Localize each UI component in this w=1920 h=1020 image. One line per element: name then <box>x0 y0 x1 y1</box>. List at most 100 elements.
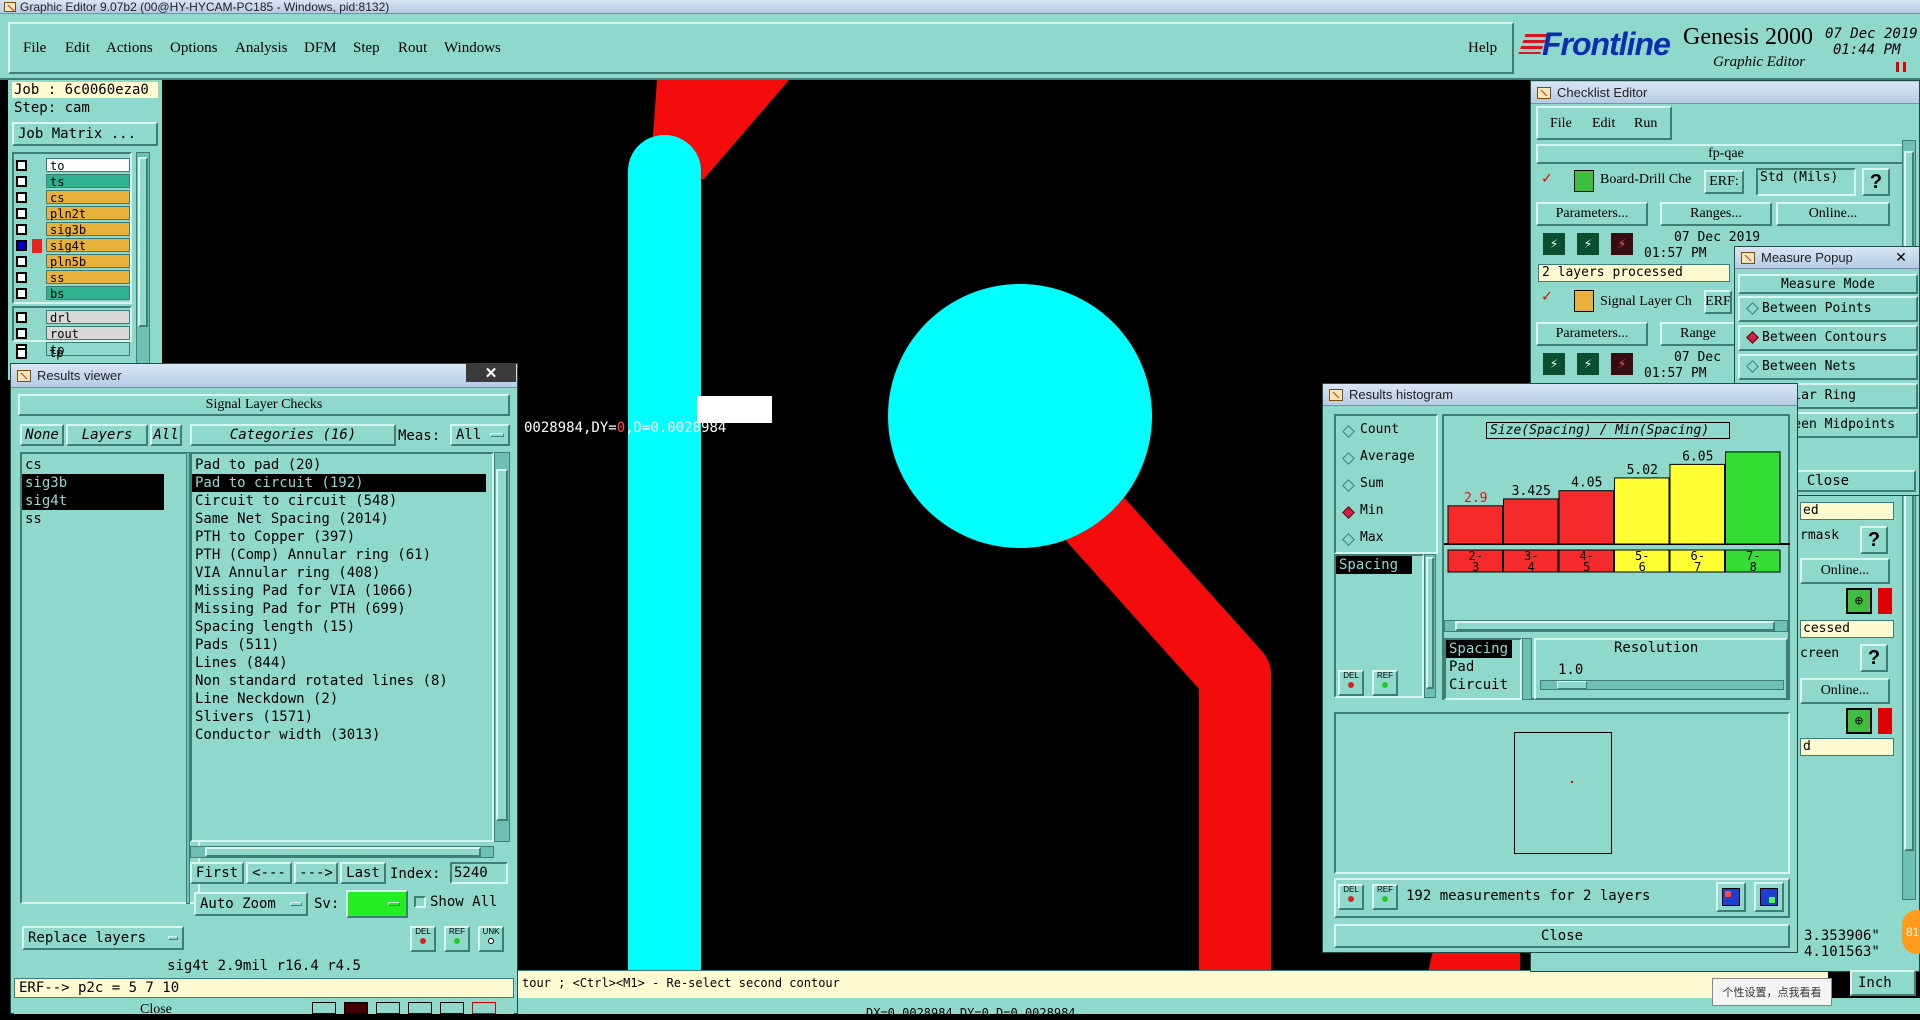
units-dropdown[interactable]: Inch <box>1850 970 1916 996</box>
categories-hscrollbar[interactable] <box>190 846 494 858</box>
menu-dfm[interactable]: DFM <box>304 40 337 57</box>
layer-label[interactable]: cs <box>46 190 130 205</box>
checklist-titlebar[interactable]: Checklist Editor <box>1531 82 1919 104</box>
layers-button[interactable]: Layers <box>66 424 148 446</box>
item2-check[interactable]: ✓ <box>1542 288 1552 304</box>
result-layer-item[interactable]: sig3b <box>22 474 164 492</box>
orange-tray-badge[interactable]: 81 <box>1902 910 1920 954</box>
categories-button[interactable]: Categories (16) <box>190 424 396 446</box>
layer-list-scrollbar[interactable] <box>136 152 150 380</box>
layer-visibility-checkbox[interactable] <box>16 224 27 235</box>
menu-options[interactable]: Options <box>170 40 218 57</box>
toolbar-icon-4[interactable] <box>408 1002 432 1014</box>
result-layer-item[interactable]: ss <box>22 510 198 528</box>
layer-label[interactable]: sig3b <box>46 222 130 237</box>
side-online-1[interactable]: Online... <box>1800 558 1890 584</box>
category-item[interactable]: Slivers (1571) <box>192 708 492 726</box>
next-button[interactable]: ---> <box>294 862 338 884</box>
show-all-checkbox[interactable] <box>414 896 426 908</box>
layer-label[interactable]: bs <box>46 286 130 301</box>
layer-label[interactable]: to <box>46 158 130 173</box>
kind-item-spacing[interactable]: Spacing <box>1446 640 1512 658</box>
meas-list-item[interactable]: Spacing <box>1336 556 1412 574</box>
side-help-1[interactable]: ? <box>1860 526 1888 554</box>
stat-option-average[interactable]: Average <box>1360 449 1415 464</box>
layer-label[interactable]: rout <box>46 326 130 341</box>
layer-visibility-checkbox[interactable] <box>16 240 27 251</box>
sv-color-dropdown[interactable] <box>346 890 408 918</box>
kind-item-pad[interactable]: Pad <box>1446 658 1520 676</box>
kind-list-scrollbar[interactable] <box>1522 638 1532 700</box>
category-item[interactable]: Pad to pad (20) <box>192 456 492 474</box>
item1-run-icon-1[interactable]: ⚡ <box>1542 232 1566 256</box>
toolbar-icon-2[interactable] <box>344 1002 368 1014</box>
zoom-icon-2[interactable]: ⊕ <box>1846 708 1872 734</box>
histogram-titlebar[interactable]: Results histogram <box>1323 384 1797 406</box>
category-item[interactable]: Missing Pad for PTH (699) <box>192 600 492 618</box>
toolbar-icon-1[interactable] <box>312 1002 336 1014</box>
layer-label[interactable]: ss <box>46 270 130 285</box>
measure-option-between-contours[interactable]: Between Contours <box>1738 325 1918 351</box>
meas-dropdown[interactable]: All <box>450 424 510 446</box>
histogram-bar[interactable] <box>1558 490 1614 545</box>
item1-online-button[interactable]: Online... <box>1776 202 1890 226</box>
unk-button[interactable]: UNK <box>478 926 504 952</box>
chart-hscrollbar[interactable] <box>1444 620 1788 632</box>
auto-zoom-dropdown[interactable]: Auto Zoom <box>194 892 308 916</box>
result-layer-item[interactable]: sig4t <box>22 492 164 510</box>
stat-option-max[interactable]: Max <box>1360 530 1383 545</box>
category-item[interactable]: Lines (844) <box>192 654 492 672</box>
categories-scrollbar[interactable] <box>494 452 510 842</box>
index-field[interactable]: 5240 <box>450 862 508 884</box>
category-item[interactable]: Missing Pad for VIA (1066) <box>192 582 492 600</box>
histogram-bar[interactable] <box>1725 451 1781 545</box>
layer-active-marker[interactable] <box>32 223 42 237</box>
item2-run-icon-2[interactable]: ⚡ <box>1576 352 1600 376</box>
item1-params-button[interactable]: Parameters... <box>1536 202 1648 226</box>
category-item[interactable]: Same Net Spacing (2014) <box>192 510 492 528</box>
item1-check[interactable]: ✓ <box>1542 170 1552 186</box>
layers-result-list[interactable]: cs sig3b sig4t ss <box>20 452 200 904</box>
layer-visibility-checkbox[interactable] <box>16 288 27 299</box>
hist-del-button[interactable]: DEL <box>1338 884 1364 910</box>
item1-run-icon-3[interactable]: ⚡ <box>1610 232 1634 256</box>
category-item[interactable]: Spacing length (15) <box>192 618 492 636</box>
layer-visibility-checkbox[interactable] <box>16 192 27 203</box>
menu-file[interactable]: File <box>23 40 46 57</box>
histogram-close-button[interactable]: Close <box>1334 924 1790 948</box>
meas-list-scrollbar[interactable] <box>1424 554 1436 698</box>
zoom-icon-1[interactable]: ⊕ <box>1846 588 1872 614</box>
layer-visibility-checkbox[interactable] <box>16 160 27 171</box>
layers-list-scrollbar[interactable] <box>186 452 190 904</box>
menu-windows[interactable]: Windows <box>444 40 501 57</box>
layer-visibility-checkbox[interactable] <box>16 312 27 323</box>
layer-visibility-checkbox[interactable] <box>16 176 27 187</box>
layer-active-marker[interactable] <box>32 271 42 285</box>
kind-list[interactable]: Spacing Pad Circuit <box>1444 638 1522 700</box>
layer-active-marker[interactable] <box>32 175 42 189</box>
menu-help[interactable]: Help <box>1468 40 1497 57</box>
measure-option-between-nets[interactable]: Between Nets <box>1738 354 1918 380</box>
item1-ranges-button[interactable]: Ranges... <box>1660 202 1772 226</box>
layer-visibility-checkbox[interactable] <box>16 208 27 219</box>
layer-label[interactable]: tp <box>46 346 130 360</box>
stat-option-sum[interactable]: Sum <box>1360 476 1383 491</box>
layer-label[interactable]: drl <box>46 310 130 325</box>
side-online-2[interactable]: Online... <box>1800 678 1890 704</box>
toolbar-icon-3[interactable] <box>376 1002 400 1014</box>
job-matrix-button[interactable]: Job Matrix ... <box>12 122 158 146</box>
layer-active-marker[interactable] <box>32 159 42 173</box>
toolbar-icon-6[interactable] <box>472 1002 496 1014</box>
hist-del-button-top[interactable]: DEL <box>1338 670 1364 696</box>
layer-visibility-checkbox[interactable] <box>16 328 27 339</box>
item1-run-icon-2[interactable]: ⚡ <box>1576 232 1600 256</box>
layer-visibility-checkbox[interactable] <box>16 348 27 359</box>
measure-option-between-points[interactable]: Between Points <box>1738 296 1918 322</box>
layer-visibility-checkbox[interactable] <box>16 272 27 283</box>
item1-erf-button[interactable]: ERF: <box>1704 170 1744 194</box>
del-button[interactable]: DEL <box>410 926 436 952</box>
layer-active-marker[interactable] <box>32 255 42 269</box>
measure-popup-close-x[interactable]: ✕ <box>1886 248 1916 266</box>
category-item[interactable]: PTH (Comp) Annular ring (61) <box>192 546 492 564</box>
side-help-2[interactable]: ? <box>1860 644 1888 672</box>
